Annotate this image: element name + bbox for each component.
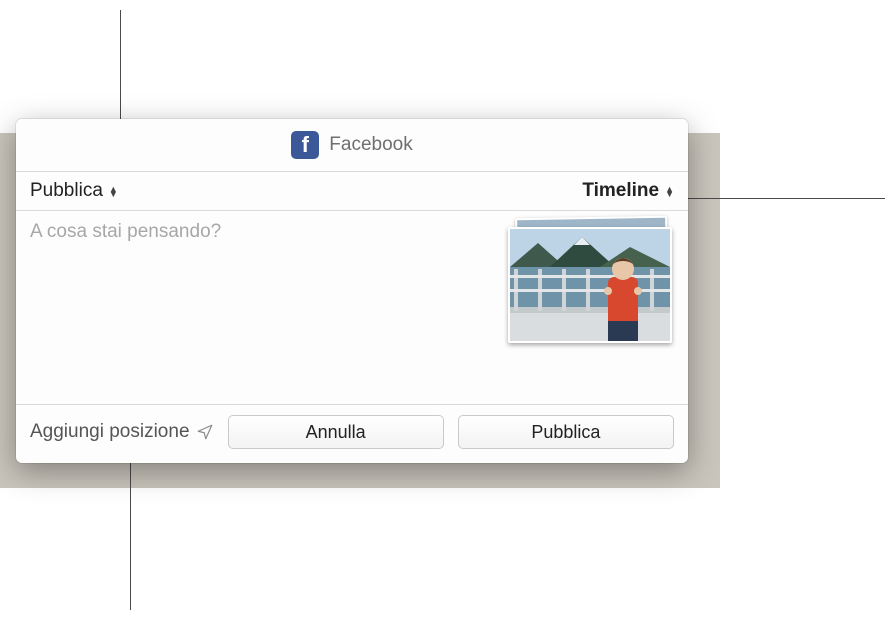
dialog-header: f Facebook bbox=[16, 119, 688, 171]
facebook-share-dialog: f Facebook Pubblica Timeline A cosa stai… bbox=[16, 119, 688, 463]
updown-icon bbox=[109, 187, 118, 197]
audience-popup[interactable]: Pubblica bbox=[30, 180, 118, 202]
cancel-button[interactable]: Annulla bbox=[228, 415, 444, 449]
cancel-button-label: Annulla bbox=[306, 422, 366, 443]
post-button[interactable]: Pubblica bbox=[458, 415, 674, 449]
add-location-button[interactable]: Aggiungi posizione bbox=[30, 421, 214, 443]
selector-row: Pubblica Timeline bbox=[16, 172, 688, 210]
dialog-footer: Aggiungi posizione Annulla Pubblica bbox=[16, 405, 688, 463]
compose-area: A cosa stai pensando? bbox=[16, 211, 688, 404]
dialog-title: Facebook bbox=[329, 134, 412, 156]
facebook-icon: f bbox=[291, 131, 319, 159]
photo-attachment-stack[interactable] bbox=[508, 225, 672, 347]
location-arrow-icon bbox=[196, 423, 214, 441]
photo-thumbnail-front bbox=[508, 227, 672, 343]
destination-popup[interactable]: Timeline bbox=[582, 180, 674, 202]
post-button-label: Pubblica bbox=[531, 422, 600, 443]
add-location-label: Aggiungi posizione bbox=[30, 421, 190, 443]
callout-line-destination bbox=[680, 198, 885, 199]
updown-icon bbox=[665, 187, 674, 197]
destination-label: Timeline bbox=[582, 180, 659, 202]
compose-textarea[interactable]: A cosa stai pensando? bbox=[30, 219, 498, 384]
callout-line-location bbox=[130, 460, 131, 610]
photo-thumbnail-image bbox=[510, 229, 670, 341]
audience-label: Pubblica bbox=[30, 180, 103, 202]
